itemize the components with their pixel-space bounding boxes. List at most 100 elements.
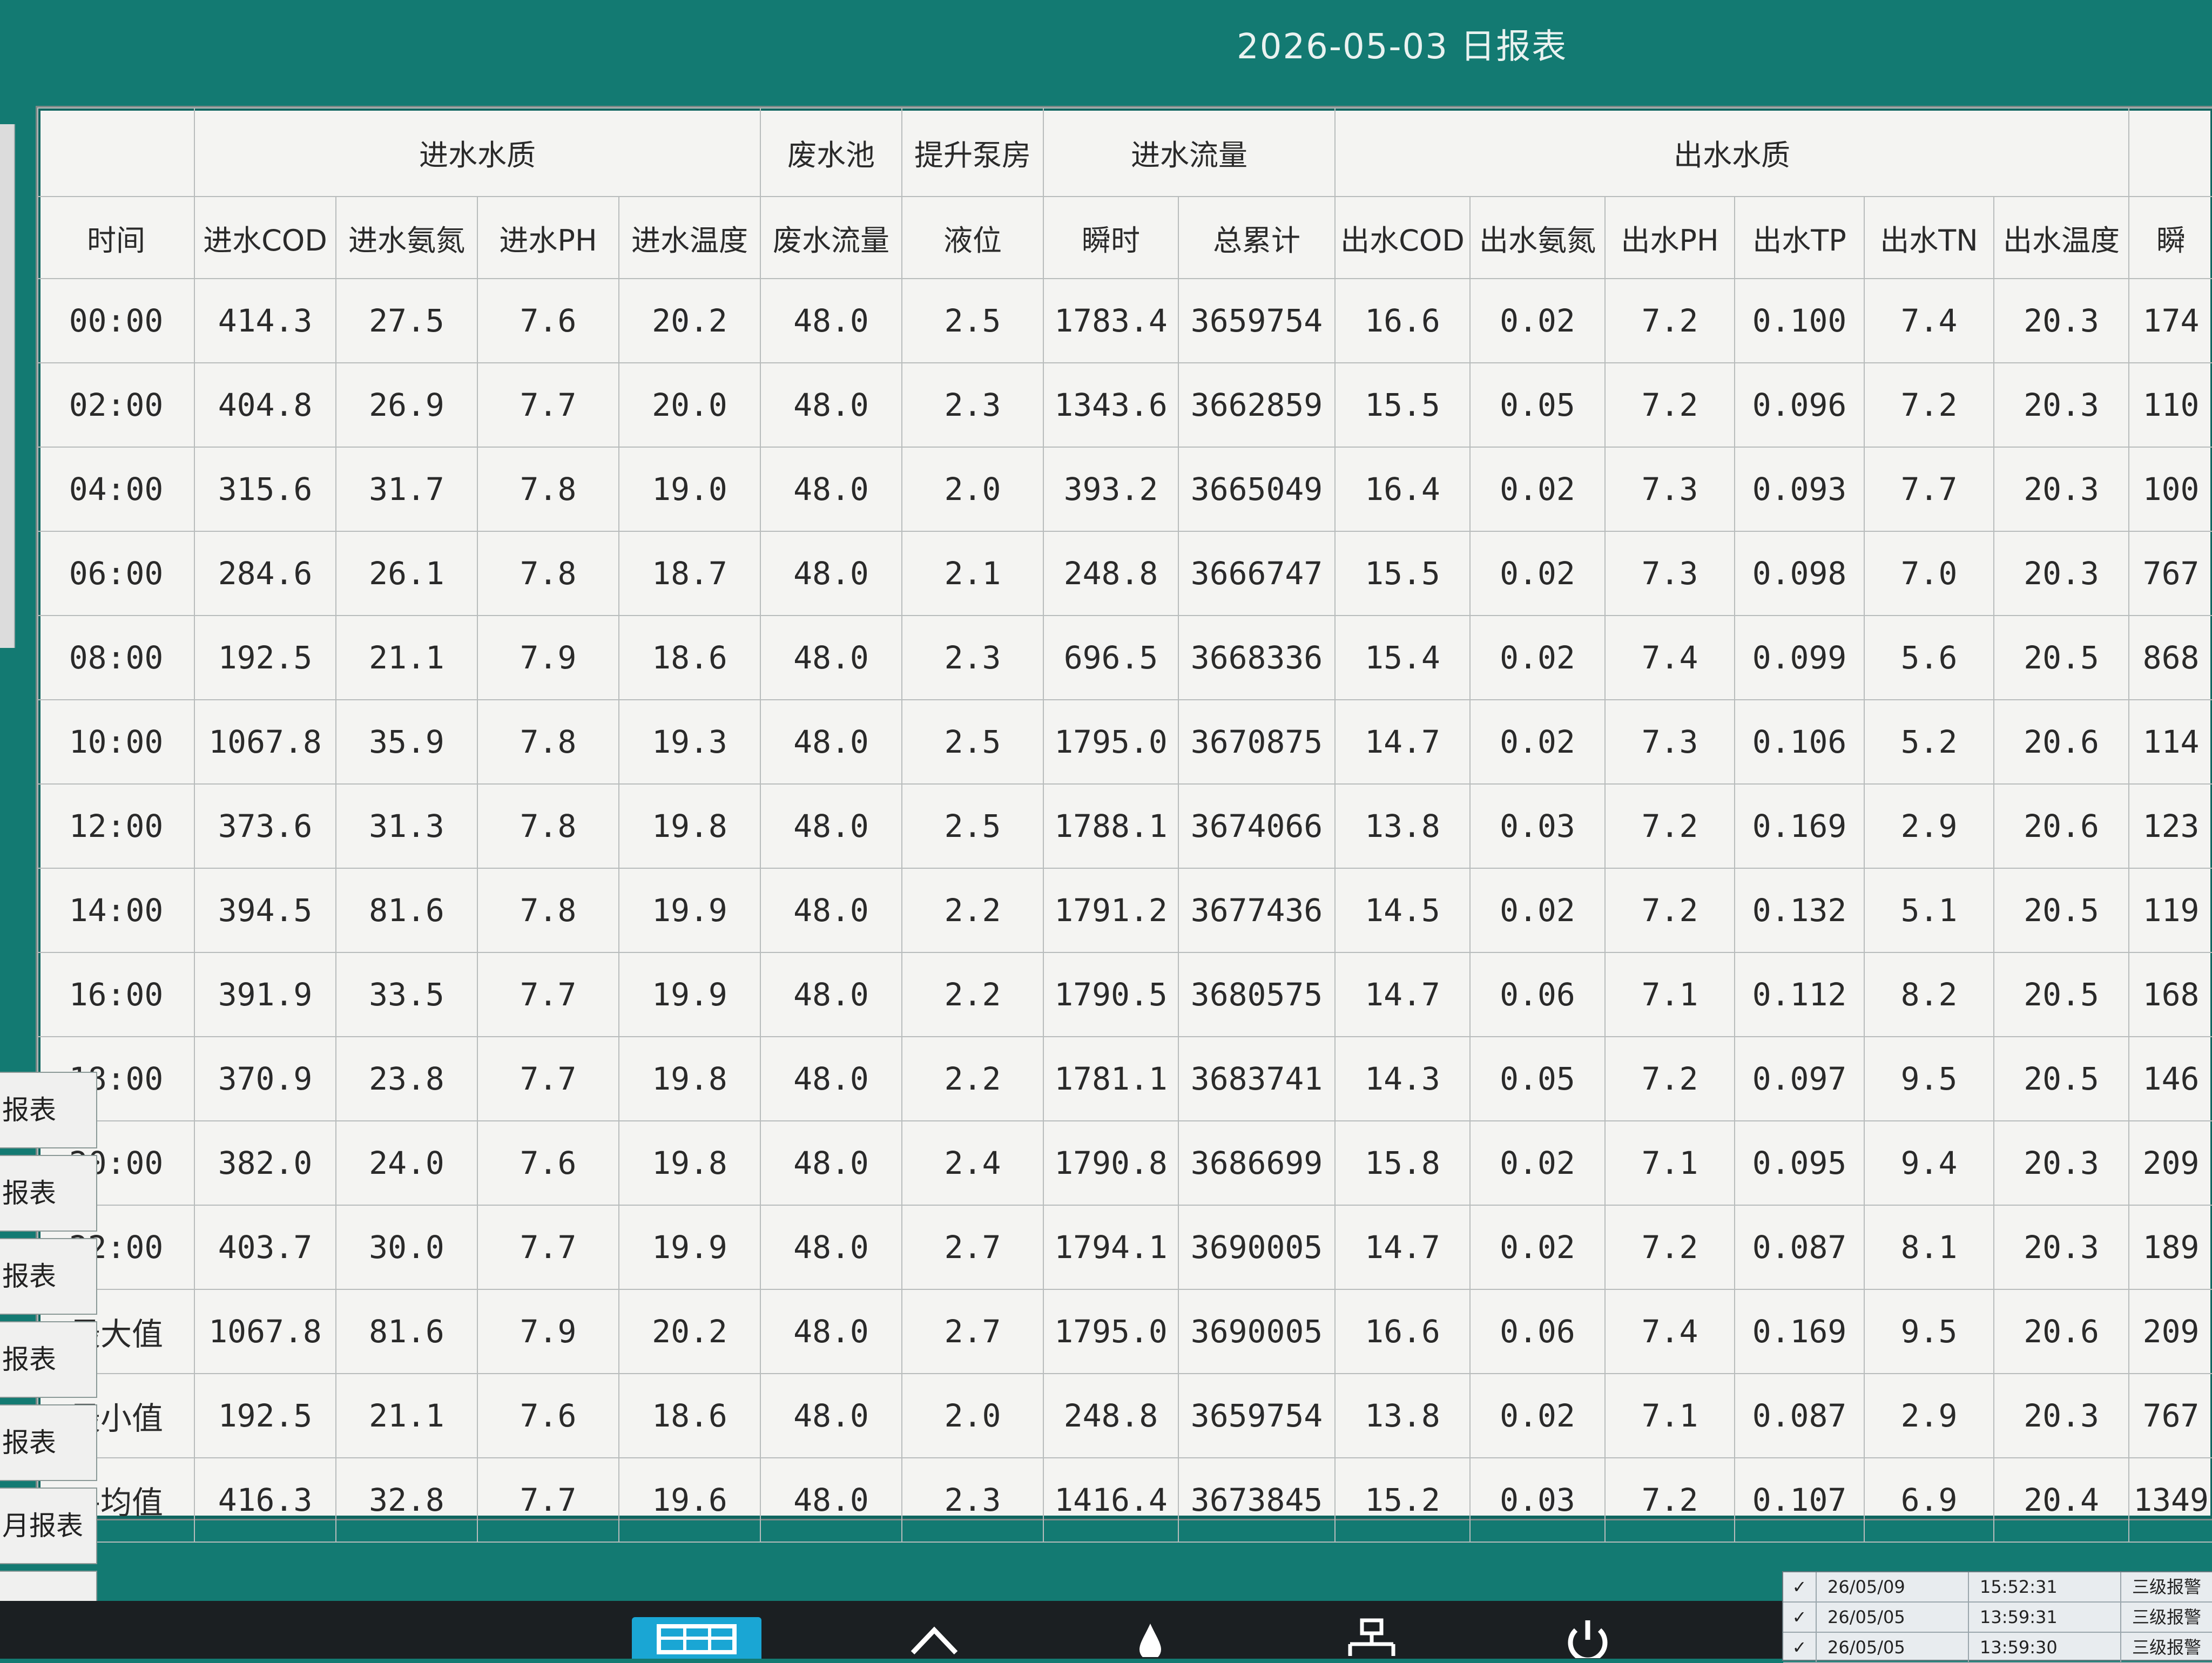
table-cell: 370.9 [194, 1036, 336, 1121]
table-cell: 0.169 [1734, 1289, 1865, 1374]
group-header: 进水水质 [194, 107, 761, 197]
table-cell: 1795.0 [1043, 699, 1179, 785]
table-cell: 0.096 [1734, 362, 1865, 448]
alarm-row[interactable]: ✓ 26/05/09 15:52:31 三级报警 [1783, 1572, 2212, 1603]
table-row: 08:00 192.5 21.1 7.9 18.6 48.0 2.3 696.5 3668336… [37, 615, 2212, 700]
table-cell: 7.7 [477, 362, 619, 448]
column-header: 出水TP [1734, 196, 1865, 279]
table-cell: 9.4 [1864, 1120, 1994, 1206]
table-cell: 7.8 [477, 868, 619, 953]
alarm-time: 13:59:30 [1968, 1633, 2120, 1662]
table-cell: 2.5 [901, 783, 1044, 869]
table-cell: 767 [2128, 531, 2212, 616]
table-cell: 16.6 [1334, 1289, 1471, 1374]
alarm-level: 三级报警 [2120, 1603, 2212, 1632]
report-tab[interactable]: 报表 [0, 1155, 97, 1232]
table-cell: 5.1 [1864, 868, 1994, 953]
report-tab[interactable]: 报表 [0, 1404, 97, 1481]
row-label-cell: 04:00 [37, 447, 195, 532]
table-cell: 3659754 [1178, 1373, 1336, 1458]
table-cell: 2.3 [901, 362, 1044, 448]
table-cell: 81.6 [335, 1289, 478, 1374]
table-cell: 2.0 [901, 447, 1044, 532]
table-cell: 3668336 [1178, 615, 1336, 700]
table-cell: 1790.5 [1043, 952, 1179, 1037]
table-cell: 3659754 [1178, 278, 1336, 363]
table-cell: 123 [2128, 783, 2212, 869]
table-cell: 20.6 [1993, 1289, 2130, 1374]
table-cell: 48.0 [760, 278, 902, 363]
table-cell: 0.02 [1469, 1205, 1606, 1290]
home-button[interactable] [869, 1617, 999, 1659]
table-cell: 391.9 [194, 952, 336, 1037]
table-cell: 3680575 [1178, 952, 1336, 1037]
table-cell: 0.02 [1469, 278, 1606, 363]
report-tab[interactable]: 报表 [0, 1238, 97, 1315]
table-cell: 20.3 [1993, 1205, 2130, 1290]
table-cell: 192.5 [194, 1373, 336, 1458]
table-cell: 19.9 [618, 1205, 761, 1290]
table-cell: 2.3 [901, 1457, 1044, 1543]
table-row: 16:00 391.9 33.5 7.7 19.9 48.0 2.2 1790.5 368057… [37, 952, 2212, 1037]
table-cell: 7.9 [477, 615, 619, 700]
table-cell: 48.0 [760, 1120, 902, 1206]
table-row: 14:00 394.5 81.6 7.8 19.9 48.0 2.2 1791.2 367743… [37, 868, 2212, 953]
table-cell: 1067.8 [194, 699, 336, 785]
table-row: 10:00 1067.8 35.9 7.8 19.3 48.0 2.5 1795.0 36708… [37, 699, 2212, 785]
table-cell: 0.169 [1734, 783, 1865, 869]
column-header: 瞬 [2128, 196, 2212, 279]
table-cell: 0.03 [1469, 783, 1606, 869]
group-header: 废水池 [760, 107, 902, 197]
column-header: 进水氨氮 [335, 196, 478, 279]
table-cell: 48.0 [760, 868, 902, 953]
table-cell: 7.4 [1604, 615, 1735, 700]
table-cell: 3665049 [1178, 447, 1336, 532]
table-cell: 3670875 [1178, 699, 1336, 785]
alarm-row[interactable]: ✓ 26/05/05 13:59:31 三级报警 [1783, 1603, 2212, 1633]
table-row: 20:00 382.0 24.0 7.6 19.8 48.0 2.4 1790.8 368669… [37, 1120, 2212, 1206]
table-cell: 0.02 [1469, 615, 1606, 700]
table-cell: 0.02 [1469, 1120, 1606, 1206]
table-cell: 48.0 [760, 1373, 902, 1458]
report-tab[interactable]: 月报表 [0, 1488, 97, 1564]
table-cell: 20.3 [1993, 362, 2130, 448]
table-cell: 1795.0 [1043, 1289, 1179, 1374]
table-cell: 414.3 [194, 278, 336, 363]
table-cell: 48.0 [760, 1289, 902, 1374]
table-cell: 48.0 [760, 362, 902, 448]
alarm-time: 15:52:31 [1968, 1572, 2120, 1601]
table-cell: 146 [2128, 1036, 2212, 1121]
table-cell: 19.8 [618, 1120, 761, 1206]
table-view-button[interactable] [632, 1617, 761, 1659]
row-label-cell: 14:00 [37, 868, 195, 953]
report-tab[interactable]: 报表 [0, 1321, 97, 1398]
table-cell: 48.0 [760, 1036, 902, 1121]
table-cell: 416.3 [194, 1457, 336, 1543]
table-cell: 26.9 [335, 362, 478, 448]
network-button[interactable] [1307, 1617, 1437, 1659]
power-button[interactable] [1523, 1617, 1653, 1659]
alarm-date: 26/05/05 [1816, 1603, 1968, 1632]
table-cell: 6.9 [1864, 1457, 1994, 1543]
report-tab[interactable]: 报表 [0, 1072, 97, 1148]
group-header [2128, 107, 2212, 197]
table-cell: 0.095 [1734, 1120, 1865, 1206]
table-row: 22:00 403.7 30.0 7.7 19.9 48.0 2.7 1794.1 369000… [37, 1205, 2212, 1290]
table-cell: 119 [2128, 868, 2212, 953]
column-header: 出水TN [1864, 196, 1994, 279]
table-cell: 7.7 [477, 952, 619, 1037]
table-cell: 18.6 [618, 615, 761, 700]
column-header: 出水氨氮 [1469, 196, 1606, 279]
table-row: 06:00 284.6 26.1 7.8 18.7 48.0 2.1 248.8 3666747… [37, 531, 2212, 616]
table-cell: 19.6 [618, 1457, 761, 1543]
water-button[interactable] [1085, 1617, 1215, 1659]
table-cell: 2.5 [901, 699, 1044, 785]
alarm-list: ✓ 26/05/09 15:52:31 三级报警 ✓ 26/05/05 13:59:31 三级… [1782, 1571, 2212, 1663]
table-cell: 20.3 [1993, 531, 2130, 616]
table-cell: 0.06 [1469, 1289, 1606, 1374]
table-cell: 20.5 [1993, 615, 2130, 700]
table-cell: 33.5 [335, 952, 478, 1037]
table-cell: 7.0 [1864, 531, 1994, 616]
table-cell: 7.2 [1604, 278, 1735, 363]
table-cell: 7.7 [477, 1036, 619, 1121]
